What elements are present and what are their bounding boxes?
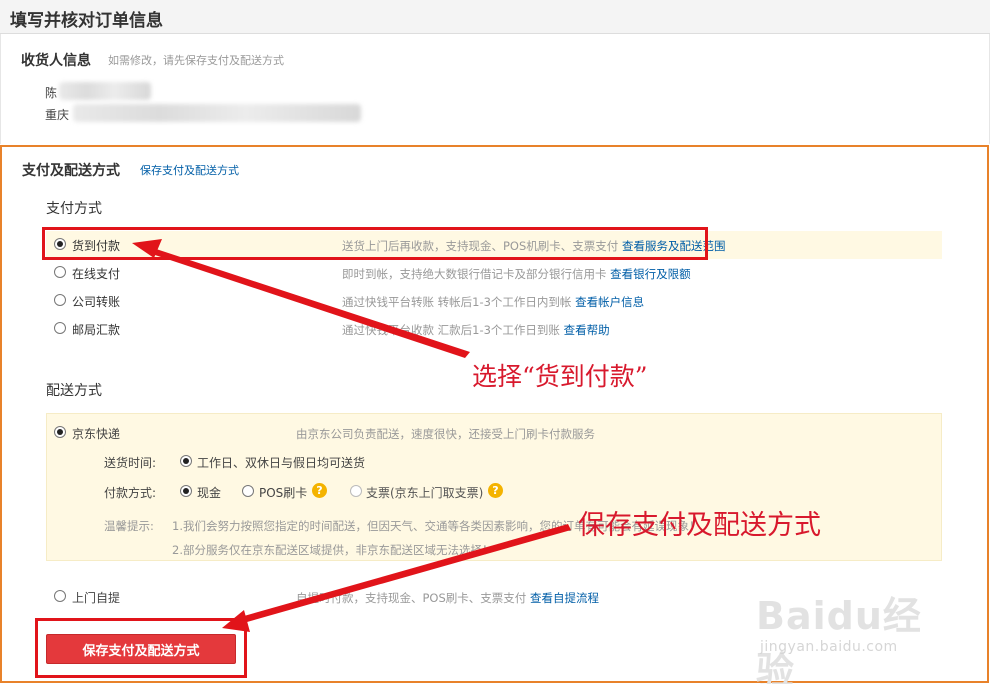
- baidu-watermark: Baidu经验 jingyan.baidu.com: [756, 575, 946, 684]
- radio-icon[interactable]: [54, 266, 66, 278]
- question-icon[interactable]: ?: [312, 483, 327, 498]
- pay-method-label: 付款方式:: [104, 486, 157, 500]
- payment-method-title: 支付方式: [46, 201, 102, 217]
- pos-option: POS刷卡: [259, 486, 308, 500]
- radio-icon[interactable]: [242, 485, 254, 497]
- radio-icon[interactable]: [54, 590, 66, 602]
- pickup-flow-link[interactable]: 查看自提流程: [530, 591, 599, 605]
- question-icon[interactable]: ?: [488, 483, 503, 498]
- page-title: 填写并核对订单信息: [10, 11, 163, 31]
- save-payment-link[interactable]: 保存支付及配送方式: [140, 162, 239, 178]
- payment-option-label: 邮局汇款: [72, 323, 121, 337]
- payment-option-transfer[interactable]: 公司转账 通过快钱平台转账 转帐后1-3个工作日内到帐 查看帐户信息: [46, 287, 942, 315]
- annotation-save: 保存支付及配送方式: [578, 510, 821, 541]
- radio-icon: [350, 485, 362, 497]
- payment-option-postal[interactable]: 邮局汇款 通过快钱平台收款 汇款后1-3个工作日到账 查看帮助: [46, 315, 942, 343]
- annotation-select-cod: 选择“货到付款”: [472, 362, 648, 391]
- consignee-hint: 如需修改，请先保存支付及配送方式: [108, 54, 284, 67]
- watermark-url: jingyan.baidu.com: [760, 639, 898, 655]
- radio-icon[interactable]: [54, 322, 66, 334]
- payment-option-label: 公司转账: [72, 295, 121, 309]
- check-option: 支票(京东上门取支票): [366, 486, 484, 500]
- bank-limit-link[interactable]: 查看银行及限额: [610, 267, 691, 281]
- shipping-method-title: 配送方式: [46, 383, 102, 399]
- page-header: 填写并核对订单信息: [0, 0, 990, 34]
- highlight-cod-box: [42, 227, 708, 260]
- highlight-save-box: [35, 618, 247, 678]
- payment-option-label: 在线支付: [72, 267, 121, 281]
- consignee-name: 陈: [45, 86, 58, 100]
- payment-shipping-title: 支付及配送方式: [22, 163, 120, 179]
- radio-icon[interactable]: [54, 426, 66, 438]
- cash-option: 现金: [197, 486, 222, 500]
- delivery-time-option: 工作日、双休日与假日均可送货: [197, 456, 366, 470]
- jd-express-desc: 由京东公司负责配送，速度很快，还接受上门刷卡付款服务: [296, 427, 595, 441]
- consignee-address: 重庆: [45, 108, 70, 122]
- consignee-section: 收货人信息 如需修改，请先保存支付及配送方式 陈 重庆: [0, 34, 990, 144]
- consignee-title: 收货人信息: [21, 53, 91, 69]
- payment-option-desc: 即时到帐，支持绝大数银行借记卡及部分银行信用卡 查看银行及限额: [342, 267, 691, 281]
- blurred-address: [73, 104, 361, 122]
- payment-option-desc: 通过快钱平台收款 汇款后1-3个工作日到账 查看帮助: [342, 323, 610, 337]
- blurred-name: [59, 82, 151, 100]
- pickup-label: 上门自提: [72, 591, 121, 605]
- payment-option-desc: 通过快钱平台转账 转帐后1-3个工作日内到帐 查看帐户信息: [342, 295, 645, 309]
- radio-icon[interactable]: [180, 455, 192, 467]
- delivery-time-label: 送货时间:: [104, 456, 157, 470]
- help-link[interactable]: 查看帮助: [564, 323, 610, 337]
- jd-express-label: 京东快递: [72, 427, 121, 441]
- watermark-text: Baidu经验: [756, 594, 922, 684]
- tips-label: 温馨提示:: [104, 519, 154, 533]
- payment-option-online[interactable]: 在线支付 即时到帐，支持绝大数银行借记卡及部分银行信用卡 查看银行及限额: [46, 259, 942, 287]
- radio-icon[interactable]: [54, 294, 66, 306]
- radio-icon[interactable]: [180, 485, 192, 497]
- pickup-desc: 自提时付款，支持现金、POS刷卡、支票支付 查看自提流程: [296, 591, 599, 605]
- tip-2: 2.部分服务仅在京东配送区域提供，非京东配送区域无法选择！: [172, 543, 494, 557]
- account-info-link[interactable]: 查看帐户信息: [575, 295, 644, 309]
